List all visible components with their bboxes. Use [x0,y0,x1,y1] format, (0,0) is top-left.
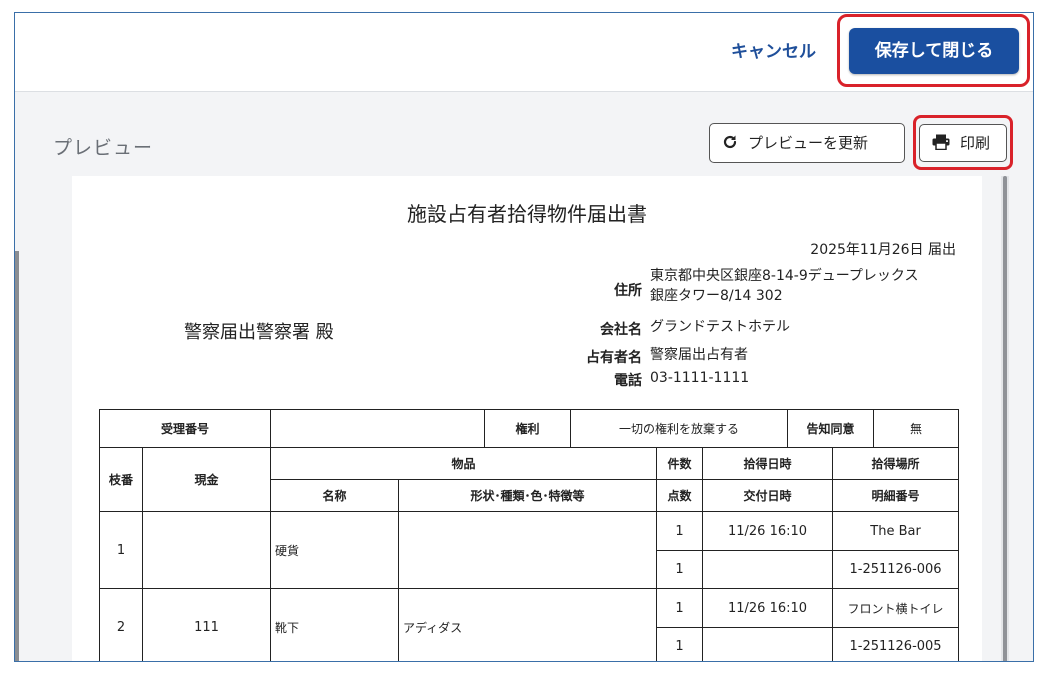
table-header-row: 枝番 現金 物品 件数 拾得日時 拾得場所 [99,447,960,512]
row-count: 1 [656,511,704,551]
rights-label: 権利 [484,409,572,448]
description-header: 形状･種類･色･特徴等 [398,479,658,512]
print-label: 印刷 [960,134,991,152]
row-cash [141,511,272,589]
address-line-1: 東京都中央区銀座8-14-9デュープレックス [650,268,919,284]
row-found-datetime: 11/26 16:10 [702,511,834,551]
row-item-name: 硬貨 [270,511,400,589]
row-item-description [398,511,658,589]
row-item-description: アディダス [398,588,658,661]
recipient: 警察届出警察署 殿 [184,322,334,343]
detail-no-header: 明細番号 [832,479,960,512]
document-title: 施設占有者拾得物件届出書 [407,202,647,226]
points-header: 点数 [656,479,704,512]
row-branch: 2 [99,588,143,661]
consent-value: 無 [873,409,960,448]
dialog-header: キャンセル 保存して閉じる [15,13,1033,92]
company-value: グランドテストホテル [650,319,790,335]
row-branch: 1 [99,511,143,589]
occupant-value: 警察届出占有者 [650,347,748,363]
preview-document: 施設占有者拾得物件届出書 2025年11月26日 届出 警察届出警察署 殿 住所… [72,176,982,661]
refresh-icon [723,135,737,149]
row-found-place: The Bar [832,511,960,551]
phone-value: 03-1111-1111 [650,370,750,386]
row-points: 1 [656,627,704,661]
modal-dialog: キャンセル 保存して閉じる プレビュー プレビューを更新 印刷 施設占有者拾得物… [14,12,1034,662]
left-edge-bar [15,251,19,661]
row-detail-no: 1-251126-005 [832,627,960,661]
print-button[interactable]: 印刷 [919,124,1007,162]
phone-label: 電話 [614,373,642,389]
address-label: 住所 [614,283,642,299]
cancel-button[interactable]: キャンセル [731,37,816,67]
address-value: 東京都中央区銀座8-14-9デュープレックス 銀座タワー8/14 302 [650,266,918,306]
row-delivery-datetime [702,550,834,589]
table-row: 2 111 靴下 アディダス 1 11/26 16:10 フロント横トイレ [99,588,960,661]
address-line-2: 銀座タワー8/14 302 [650,288,783,304]
receipt-no-value [270,409,486,448]
row-points: 1 [656,550,704,589]
preview-label: プレビュー [53,137,154,159]
item-header: 物品 [270,447,658,480]
save-and-close-button[interactable]: 保存して閉じる [849,28,1019,74]
row-found-datetime: 11/26 16:10 [702,588,834,628]
scrollbar-thumb[interactable] [1003,176,1007,661]
table-header-row: 受理番号 権利 一切の権利を放棄する 告知同意 無 [98,409,960,448]
cash-header: 現金 [141,447,272,512]
company-label: 会社名 [600,322,642,338]
rights-value: 一切の権利を放棄する [570,409,789,448]
count-header: 件数 [656,447,704,480]
occupant-label: 占有者名 [586,350,642,366]
delivery-datetime-header: 交付日時 [702,479,834,512]
printer-icon [932,134,950,151]
consent-label: 告知同意 [787,409,875,448]
branch-header: 枝番 [99,447,143,512]
table-row: 1 硬貨 1 11/26 16:10 The Bar [99,511,960,589]
refresh-preview-button[interactable]: プレビューを更新 [709,123,905,163]
row-detail-no: 1-251126-006 [832,550,960,589]
receipt-no-label: 受理番号 [98,409,272,448]
row-item-name: 靴下 [270,588,400,661]
document-date: 2025年11月26日 届出 [810,242,956,258]
found-datetime-header: 拾得日時 [702,447,834,480]
row-delivery-datetime [702,627,834,661]
row-found-place: フロント横トイレ [832,588,960,628]
row-cash: 111 [141,588,272,661]
name-header: 名称 [270,479,400,512]
refresh-preview-label: プレビューを更新 [748,134,869,152]
found-place-header: 拾得場所 [832,447,960,480]
row-count: 1 [656,588,704,628]
lost-property-table: 受理番号 権利 一切の権利を放棄する 告知同意 無 枝番 現金 物品 件数 拾得… [98,409,960,661]
